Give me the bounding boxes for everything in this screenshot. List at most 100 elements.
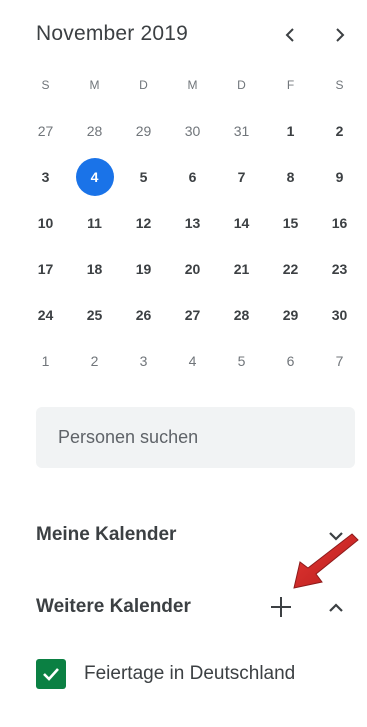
week-row: 10 11 12 13 14 15 16 — [21, 200, 364, 246]
people-search-box[interactable] — [36, 407, 355, 468]
day-number: 31 — [233, 123, 250, 139]
calendar-day[interactable]: 14 — [217, 204, 266, 242]
chevron-right-icon — [336, 28, 345, 42]
day-number: 26 — [135, 307, 152, 323]
day-number: 29 — [282, 307, 299, 323]
weekday-label: S — [41, 78, 50, 92]
day-number: 18 — [86, 261, 103, 277]
calendar-day[interactable]: 6 — [266, 342, 315, 380]
people-search-input[interactable] — [56, 426, 355, 449]
calendar-day[interactable]: 27 — [168, 296, 217, 334]
calendar-day[interactable]: 16 — [315, 204, 364, 242]
weekday-header-row: S M D M D F S — [21, 62, 364, 108]
calendar-day[interactable]: 29 — [119, 112, 168, 150]
calendar-day[interactable]: 5 — [119, 158, 168, 196]
day-number: 5 — [237, 353, 246, 369]
calendar-day[interactable]: 27 — [21, 112, 70, 150]
day-number: 24 — [37, 307, 54, 323]
calendar-day[interactable]: 11 — [70, 204, 119, 242]
calendar-day[interactable]: 30 — [168, 112, 217, 150]
calendar-day[interactable]: 22 — [266, 250, 315, 288]
calendar-item-label: Feiertage in Deutschland — [84, 663, 296, 684]
day-number: 19 — [135, 261, 152, 277]
calendar-day[interactable]: 26 — [119, 296, 168, 334]
other-calendars-title[interactable]: Weitere Kalender — [36, 596, 191, 618]
day-number: 3 — [139, 353, 148, 369]
day-number: 6 — [286, 353, 295, 369]
calendar-day[interactable]: 17 — [21, 250, 70, 288]
weekday-label: F — [286, 78, 295, 92]
chevron-up-icon — [329, 603, 343, 612]
day-number: 2 — [335, 123, 344, 139]
calendar-day[interactable]: 13 — [168, 204, 217, 242]
day-number: 20 — [184, 261, 201, 277]
calendar-day[interactable]: 21 — [217, 250, 266, 288]
week-row: 24 25 26 27 28 29 30 — [21, 292, 364, 338]
calendar-day[interactable]: 1 — [21, 342, 70, 380]
checkmark-icon — [43, 668, 59, 681]
day-number: 15 — [282, 215, 299, 231]
calendar-day[interactable]: 24 — [21, 296, 70, 334]
day-number: 3 — [41, 169, 50, 185]
next-month-button[interactable] — [326, 20, 354, 50]
weekday-label: S — [335, 78, 344, 92]
calendar-day[interactable]: 30 — [315, 296, 364, 334]
weekday-label: D — [237, 78, 246, 92]
previous-month-button[interactable] — [276, 20, 304, 50]
week-row: 3 4 5 6 7 8 9 — [21, 154, 364, 200]
calendar-day[interactable]: 8 — [266, 158, 315, 196]
calendar-day[interactable]: 3 — [119, 342, 168, 380]
day-number: 1 — [286, 123, 295, 139]
calendar-day[interactable]: 18 — [70, 250, 119, 288]
calendar-day[interactable]: 5 — [217, 342, 266, 380]
day-number: 17 — [37, 261, 54, 277]
day-number: 23 — [331, 261, 348, 277]
day-number: 28 — [86, 123, 103, 139]
day-number: 14 — [233, 215, 250, 231]
calendar-day[interactable]: 10 — [21, 204, 70, 242]
calendar-day[interactable]: 25 — [70, 296, 119, 334]
calendar-checkbox[interactable] — [36, 659, 66, 689]
mini-calendar-grid: S M D M D F S 27 28 29 30 31 1 2 3 4 5 6… — [21, 62, 364, 384]
calendar-day[interactable]: 19 — [119, 250, 168, 288]
calendar-day[interactable]: 28 — [217, 296, 266, 334]
calendar-day[interactable]: 1 — [266, 112, 315, 150]
day-number: 29 — [135, 123, 152, 139]
calendar-day[interactable]: 7 — [217, 158, 266, 196]
plus-icon — [271, 597, 291, 617]
calendar-day[interactable]: 28 — [70, 112, 119, 150]
calendar-day[interactable]: 20 — [168, 250, 217, 288]
calendar-day[interactable]: 2 — [70, 342, 119, 380]
day-number: 10 — [37, 215, 54, 231]
day-number: 22 — [282, 261, 299, 277]
calendar-day[interactable]: 15 — [266, 204, 315, 242]
weekday-label: M — [187, 78, 198, 92]
add-other-calendar-button[interactable] — [266, 592, 296, 622]
calendar-day[interactable]: 31 — [217, 112, 266, 150]
calendar-day[interactable]: 3 — [21, 158, 70, 196]
week-row: 1 2 3 4 5 6 7 — [21, 338, 364, 384]
calendar-day[interactable]: 2 — [315, 112, 364, 150]
other-calendars-toggle-button[interactable] — [322, 594, 350, 622]
day-number: 9 — [335, 169, 344, 185]
calendar-day[interactable]: 6 — [168, 158, 217, 196]
calendar-day[interactable]: 12 — [119, 204, 168, 242]
calendar-day[interactable]: 9 — [315, 158, 364, 196]
day-number: 12 — [135, 215, 152, 231]
day-number: 2 — [90, 353, 99, 369]
calendar-day[interactable]: 4 — [168, 342, 217, 380]
month-label: November 2019 — [36, 22, 189, 45]
day-number: 6 — [188, 169, 197, 185]
my-calendars-title[interactable]: Meine Kalender — [36, 524, 176, 546]
day-number: 7 — [237, 169, 246, 185]
red-arrow-icon — [293, 533, 359, 589]
calendar-item-holidays[interactable]: Feiertage in Deutschland — [36, 657, 295, 691]
calendar-day[interactable]: 23 — [315, 250, 364, 288]
calendar-day[interactable]: 29 — [266, 296, 315, 334]
day-number: 4 — [75, 158, 114, 196]
day-number: 16 — [331, 215, 348, 231]
day-number: 4 — [188, 353, 197, 369]
calendar-day-selected[interactable]: 4 — [70, 158, 119, 196]
calendar-day[interactable]: 7 — [315, 342, 364, 380]
day-number: 7 — [335, 353, 344, 369]
